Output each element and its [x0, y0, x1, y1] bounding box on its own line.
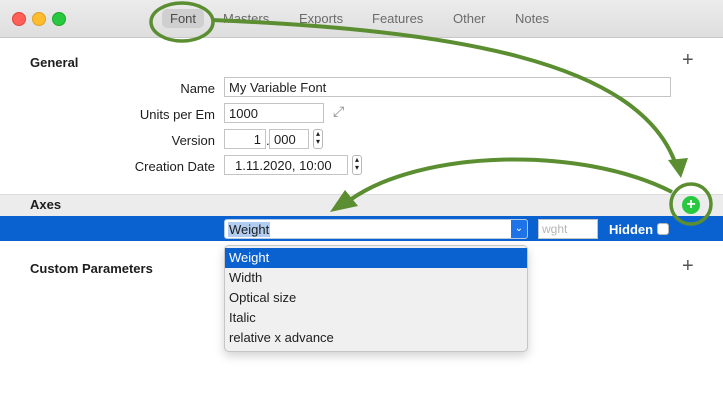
dropdown-option-optical-size[interactable]: Optical size [225, 288, 527, 308]
creation-date-field[interactable]: 1.11.2020, 10:00 [224, 155, 348, 175]
axis-type-select[interactable]: Weight ⌄ [224, 219, 528, 239]
title-bar: Font Masters Exports Features Other Note… [0, 0, 723, 38]
axis-tag-field[interactable]: wght [538, 219, 598, 239]
name-field[interactable]: My Variable Font [224, 77, 671, 97]
axes-section-title: Axes [30, 197, 62, 212]
tab-masters[interactable]: Masters [223, 11, 269, 26]
hidden-label: Hidden [609, 222, 654, 237]
axis-type-selected: Weight [228, 222, 271, 237]
minimize-window-button[interactable] [32, 12, 46, 26]
axes-header [0, 194, 723, 217]
expand-icon[interactable]: ⤢ [333, 103, 344, 120]
dropdown-option-italic[interactable]: Italic [225, 308, 527, 328]
arrow-head-to-add-axis [668, 158, 688, 178]
general-section-title: General [30, 55, 79, 70]
creation-date-label: Creation Date [134, 159, 215, 174]
tab-exports[interactable]: Exports [299, 11, 343, 26]
units-per-em-field[interactable]: 1000 [224, 103, 324, 123]
tab-font[interactable]: Font [162, 9, 205, 28]
version-stepper[interactable]: ▴ ▾ [313, 129, 323, 149]
dropdown-option-weight[interactable]: Weight [225, 248, 527, 268]
hidden-checkbox[interactable] [657, 223, 669, 235]
version-minor-field[interactable]: 000 [269, 129, 309, 149]
tab-notes[interactable]: Notes [515, 11, 549, 26]
add-axis-plus-icon[interactable]: + [682, 196, 700, 214]
name-label: Name [180, 81, 215, 96]
zoom-window-button[interactable] [52, 12, 66, 26]
dropdown-option-relative-x-advance[interactable]: relative x advance [225, 328, 527, 348]
add-custom-parameter-plus-icon[interactable]: + [682, 255, 694, 278]
tab-features[interactable]: Features [372, 11, 423, 26]
version-label: Version [171, 133, 215, 148]
chevron-down-icon[interactable]: ⌄ [511, 220, 527, 238]
creation-date-stepper[interactable]: ▴ ▾ [352, 155, 362, 175]
custom-parameters-title: Custom Parameters [30, 261, 153, 276]
tab-other[interactable]: Other [453, 11, 486, 26]
units-per-em-label: Units per Em [139, 107, 215, 122]
version-major-field[interactable]: 1 [224, 129, 266, 149]
axis-type-dropdown: Weight Width Optical size Italic relativ… [224, 245, 528, 352]
dropdown-option-width[interactable]: Width [225, 268, 527, 288]
close-window-button[interactable] [12, 12, 26, 26]
add-general-plus-icon[interactable]: + [682, 49, 694, 72]
